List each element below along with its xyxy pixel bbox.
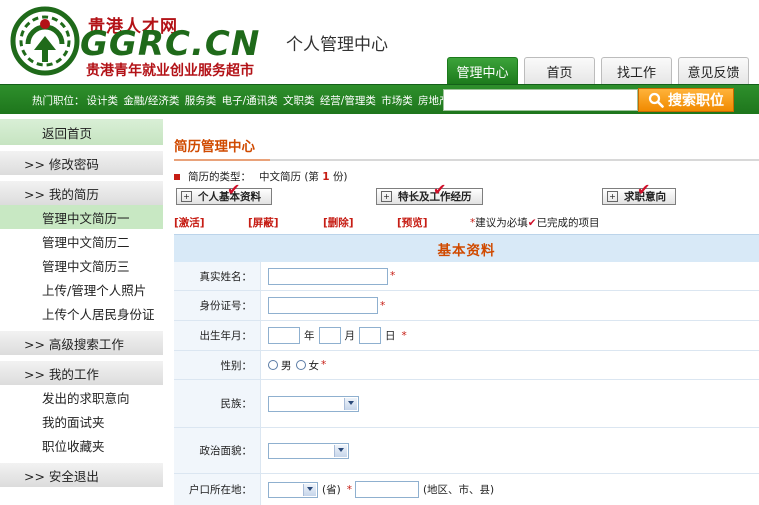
hot-job-link[interactable]: 金融/经济类 bbox=[123, 95, 179, 107]
gender-label: 性别： bbox=[174, 351, 261, 379]
chevron-down-icon bbox=[307, 486, 313, 491]
birth-label: 出生年月： bbox=[174, 321, 261, 350]
tab-home[interactable]: 首页 bbox=[524, 57, 595, 84]
logo-emblem-icon bbox=[10, 6, 80, 76]
resume-type-label: 简历的类型： bbox=[188, 171, 251, 183]
expand-icon: + bbox=[607, 191, 618, 202]
expand-icon: + bbox=[381, 191, 392, 202]
sidebar-item-upload-id[interactable]: 上传个人居民身份证 bbox=[0, 301, 163, 325]
sidebar-item-upload-photo[interactable]: 上传/管理个人照片 bbox=[0, 277, 163, 301]
tab-management[interactable]: 管理中心 bbox=[447, 57, 518, 84]
form-row-name: 真实姓名： * bbox=[174, 262, 759, 291]
completed-check-icon: ✔ bbox=[433, 180, 447, 199]
main-content: 简历管理中心 简历的类型： 中文简历 (第 1 份) + 个人基本资料 ✔ + … bbox=[174, 119, 759, 505]
chevron-down-icon bbox=[338, 447, 344, 452]
hot-job-link[interactable]: 市场类 bbox=[381, 95, 413, 107]
hot-job-link[interactable]: 服务类 bbox=[185, 95, 217, 107]
hot-job-link[interactable]: 文职类 bbox=[283, 95, 315, 107]
form-section-title: 基本资料 bbox=[174, 234, 759, 262]
hot-jobs-prefix: 热门职位： bbox=[32, 95, 85, 107]
legend-note: *建议为必填✔已完成的项目 bbox=[470, 217, 600, 229]
sidebar-item-sent-intentions[interactable]: 发出的求职意向 bbox=[0, 385, 163, 409]
preview-link[interactable]: [预览] bbox=[397, 215, 428, 230]
basic-info-form: 基本资料 真实姓名： * 身份证号： * 出生年月： 年 月 日 * 性别： 男 … bbox=[174, 234, 759, 505]
sidebar-item-advanced-search[interactable]: >> 高级搜索工作 bbox=[0, 331, 163, 355]
region-input[interactable] bbox=[354, 481, 419, 498]
title-divider bbox=[174, 159, 759, 161]
form-row-birth: 出生年月： 年 月 日 * bbox=[174, 321, 759, 351]
section-title: 简历管理中心 bbox=[174, 139, 255, 155]
logo-slogan: 贵港青年就业创业服务超市 bbox=[86, 63, 254, 79]
form-row-id: 身份证号： * bbox=[174, 291, 759, 321]
completed-check-icon: ✔ bbox=[637, 180, 651, 199]
top-nav-tabs: 管理中心 首页 找工作 意见反馈 bbox=[447, 57, 749, 84]
tab-feedback[interactable]: 意见反馈 bbox=[678, 57, 749, 84]
sidebar-item-change-password[interactable]: >> 修改密码 bbox=[0, 151, 163, 175]
birth-year-input[interactable] bbox=[268, 327, 300, 344]
hot-jobs-list: 热门职位： 设计类 金融/经济类 服务类 电子/通讯类 文职类 经营/管理类 市场… bbox=[32, 93, 452, 108]
sidebar-item-resume-3[interactable]: 管理中文简历三 bbox=[0, 253, 163, 277]
sidebar-item-resume-2[interactable]: 管理中文简历二 bbox=[0, 229, 163, 253]
sidebar-item-favorites[interactable]: 职位收藏夹 bbox=[0, 433, 163, 457]
sidebar-item-logout[interactable]: >> 安全退出 bbox=[0, 463, 163, 487]
nation-select[interactable] bbox=[268, 395, 359, 412]
id-label: 身份证号： bbox=[174, 291, 261, 320]
logo-en-text: GGRC.CN bbox=[80, 24, 261, 64]
page-title: 个人管理中心 bbox=[286, 35, 388, 55]
politics-label: 政治面貌： bbox=[174, 428, 261, 473]
delete-link[interactable]: [删除] bbox=[323, 215, 354, 230]
politics-select[interactable] bbox=[268, 442, 349, 459]
birth-month-input[interactable] bbox=[318, 327, 341, 344]
step-job-intention-button[interactable]: + 求职意向 ✔ bbox=[602, 182, 676, 205]
gender-female-radio[interactable] bbox=[295, 360, 306, 370]
chevron-down-icon bbox=[348, 400, 354, 405]
step-skills-experience-button[interactable]: + 特长及工作经历 ✔ bbox=[376, 182, 483, 205]
form-row-hukou: 户口所在地： (省) * (地区、市、县) bbox=[174, 474, 759, 505]
resume-type-value: 中文简历 (第 1 份) bbox=[259, 171, 348, 183]
sidebar: 返回首页 >> 修改密码 >> 我的简历 管理中文简历一 管理中文简历二 管理中… bbox=[0, 119, 163, 505]
tab-find-job[interactable]: 找工作 bbox=[601, 57, 672, 84]
hukou-label: 户口所在地： bbox=[174, 474, 261, 505]
sidebar-item-resume-1[interactable]: 管理中文简历一 bbox=[0, 205, 163, 229]
search-icon bbox=[648, 92, 664, 108]
hot-job-link[interactable]: 设计类 bbox=[87, 95, 119, 107]
form-row-politics: 政治面貌： bbox=[174, 428, 759, 474]
completed-check-icon: ✔ bbox=[227, 180, 241, 199]
hide-link[interactable]: [屏蔽] bbox=[248, 215, 279, 230]
bullet-icon bbox=[174, 173, 180, 180]
nation-label: 民族： bbox=[174, 380, 261, 427]
form-row-gender: 性别： 男 女 * bbox=[174, 351, 759, 380]
name-label: 真实姓名： bbox=[174, 262, 261, 290]
id-number-input[interactable] bbox=[268, 297, 378, 314]
sidebar-item-my-resume[interactable]: >> 我的简历 bbox=[0, 181, 163, 205]
hot-job-link[interactable]: 电子/通讯类 bbox=[222, 95, 278, 107]
search-jobs-label: 搜索职位 bbox=[668, 93, 724, 109]
real-name-input[interactable] bbox=[268, 267, 388, 285]
hot-job-link[interactable]: 经营/管理类 bbox=[320, 95, 376, 107]
job-search-input[interactable] bbox=[443, 89, 638, 111]
sidebar-item-back-home[interactable]: 返回首页 bbox=[0, 119, 163, 145]
form-row-nation: 民族： bbox=[174, 380, 759, 428]
sidebar-item-interviews[interactable]: 我的面试夹 bbox=[0, 409, 163, 433]
search-jobs-button[interactable]: 搜索职位 bbox=[638, 88, 734, 112]
step-basic-info-button[interactable]: + 个人基本资料 ✔ bbox=[176, 182, 272, 205]
site-header: 贵港人才网 GGRC.CN 贵港青年就业创业服务超市 个人管理中心 管理中心 首… bbox=[0, 0, 759, 84]
birth-day-input[interactable] bbox=[359, 327, 381, 344]
sidebar-item-my-work[interactable]: >> 我的工作 bbox=[0, 361, 163, 385]
expand-icon: + bbox=[181, 191, 192, 202]
resume-type: 简历的类型： 中文简历 (第 1 份) bbox=[174, 169, 348, 184]
activate-link[interactable]: [激活] bbox=[174, 215, 205, 230]
site-logo[interactable]: 贵港人才网 GGRC.CN 贵港青年就业创业服务超市 bbox=[6, 4, 268, 80]
gender-male-radio[interactable] bbox=[268, 360, 278, 370]
hot-jobs-bar: 热门职位： 设计类 金融/经济类 服务类 电子/通讯类 文职类 经营/管理类 市场… bbox=[0, 84, 759, 114]
resume-actions: [激活] [屏蔽] [删除] [预览] *建议为必填✔已完成的项目 bbox=[174, 215, 759, 231]
province-select[interactable] bbox=[268, 481, 318, 498]
